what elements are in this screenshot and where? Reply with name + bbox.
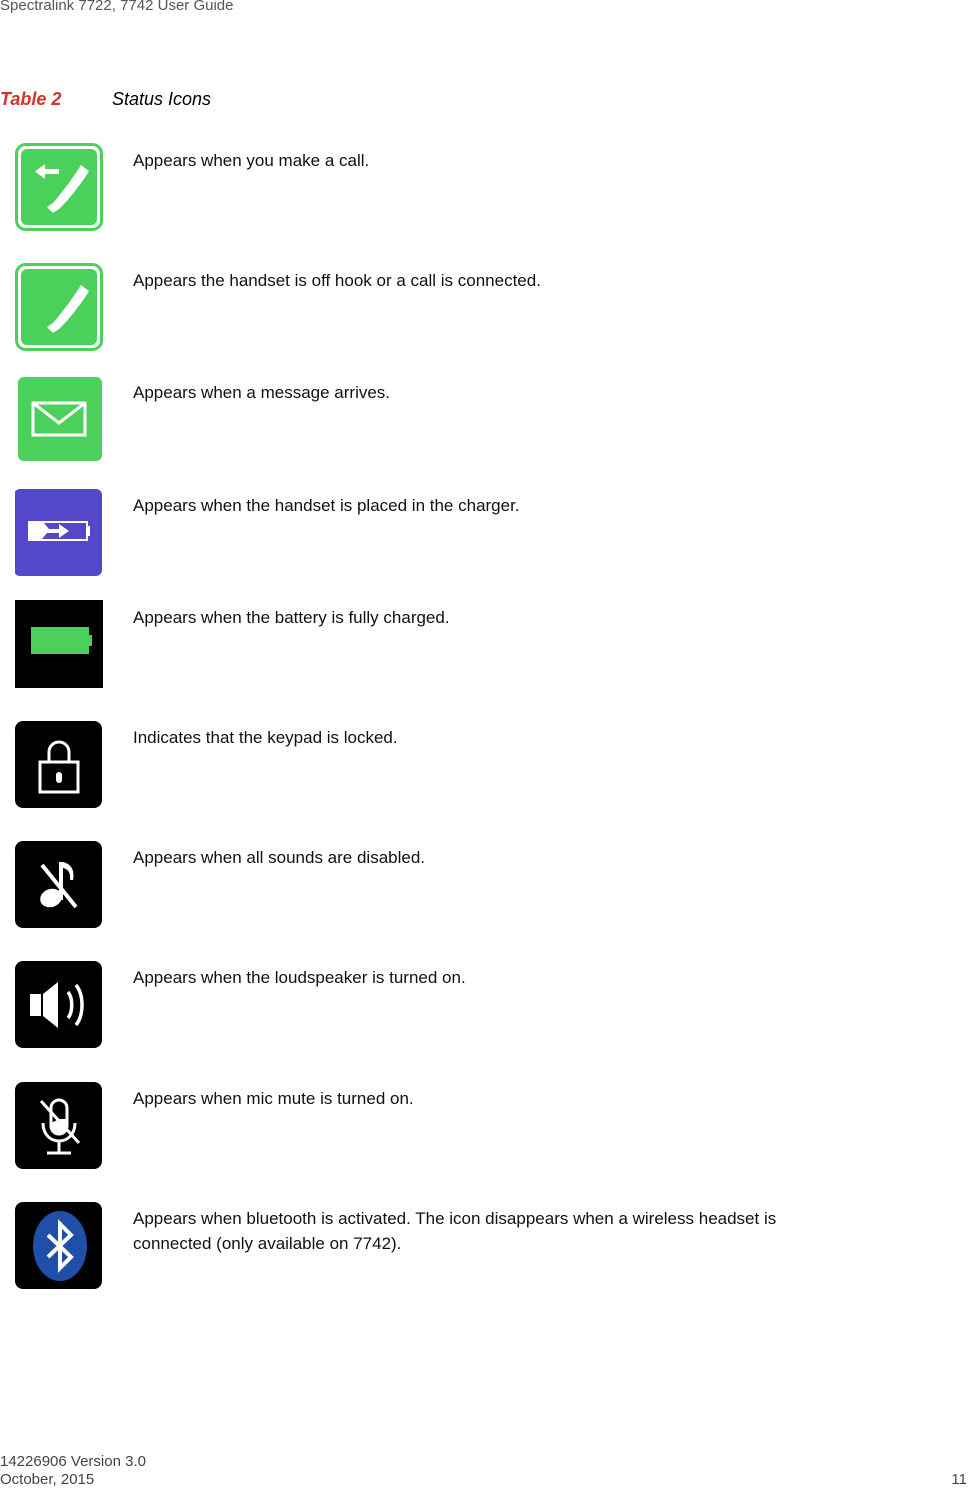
row-description: Appears when the handset is placed in th… [133, 496, 520, 515]
table-number: Table 2 [0, 89, 62, 109]
battery-full-icon [15, 600, 103, 688]
row-description: Appears when a message arrives. [133, 383, 391, 402]
doc-date: October, 2015 [0, 1471, 95, 1488]
row-description: Appears when you make a call. [133, 151, 370, 170]
mic-mute-icon [15, 1081, 103, 1169]
sounds-disabled-icon [15, 840, 103, 928]
row-description: Appears when the battery is fully charge… [133, 608, 450, 627]
row-description: Appears when mic mute is turned on. [133, 1089, 414, 1108]
table-caption: Table 2 Status Icons [0, 89, 211, 110]
bluetooth-icon [15, 1201, 103, 1289]
document-header: Spectralink 7722, 7742 User Guide [0, 0, 234, 14]
charging-icon [15, 488, 103, 576]
row-description: Indicates that the keypad is locked. [133, 728, 398, 747]
row-description: Appears when the loudspeaker is turned o… [133, 968, 466, 987]
keypad-lock-icon [15, 720, 103, 808]
doc-version: 14226906 Version 3.0 [0, 1453, 146, 1470]
table-title: Status Icons [112, 89, 212, 109]
loudspeaker-icon [15, 960, 103, 1048]
row-description: Appears when all sounds are disabled. [133, 848, 426, 867]
row-description: Appears the handset is off hook or a cal… [133, 271, 541, 290]
outgoing-call-icon [15, 143, 103, 231]
page-number: 11 [951, 1471, 967, 1488]
row-description: Appears when bluetooth is activated. The… [133, 1209, 777, 1253]
off-hook-icon [15, 263, 103, 351]
message-icon [15, 375, 103, 463]
